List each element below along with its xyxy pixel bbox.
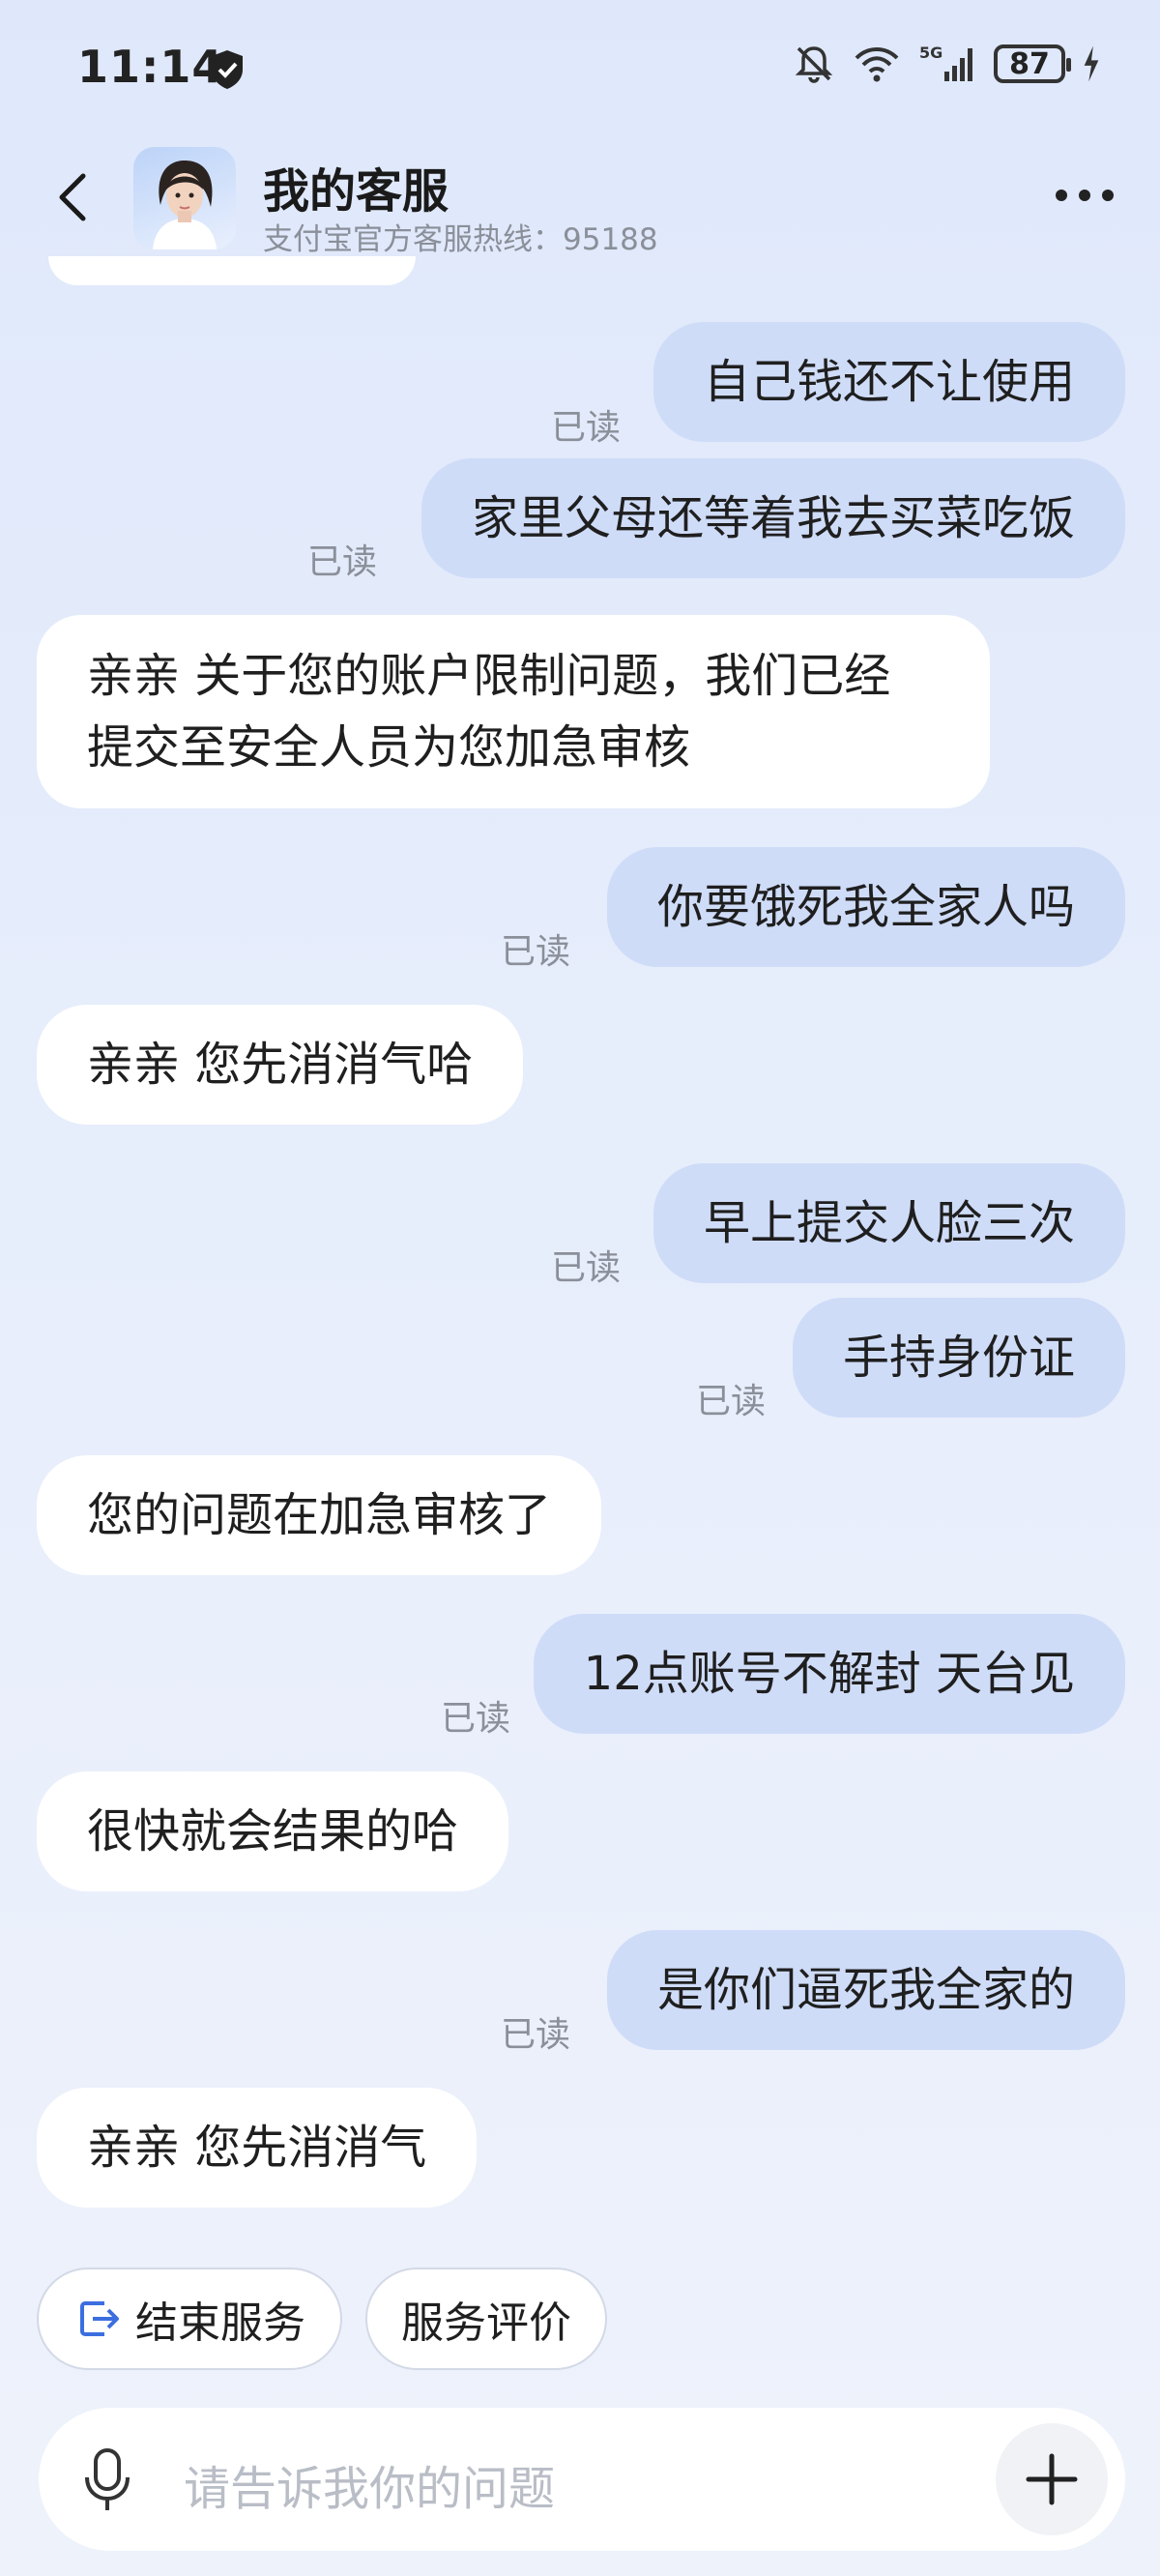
read-receipt: 已读 [551, 408, 622, 448]
end-service-label: 结束服务 [135, 2298, 305, 2348]
exit-icon [80, 2301, 119, 2336]
more-dots-icon[interactable] [1056, 186, 1114, 205]
chat-header: 我的客服 支付宝官方客服热线：95188 [0, 135, 1160, 261]
incoming-message[interactable]: 很快就会结果的哈 [37, 1771, 509, 1891]
message-input-bar: 请告诉我你的问题 [39, 2408, 1125, 2551]
previous-message-stub [48, 256, 416, 285]
shield-icon [212, 50, 243, 89]
incoming-message[interactable]: 亲亲 关于您的账户限制问题，我们已经 提交至安全人员为您加急审核 [37, 615, 990, 808]
read-receipt: 已读 [307, 542, 378, 582]
status-bar: 11:14 5G 87 [0, 0, 1160, 135]
battery-icon: 87 [994, 44, 1071, 83]
status-time: 11:14 [77, 41, 224, 93]
read-receipt: 已读 [441, 1699, 511, 1739]
hotline-subtitle: 支付宝官方客服热线：95188 [263, 222, 658, 257]
chevron-left-icon[interactable] [48, 168, 97, 226]
outgoing-message[interactable]: 家里父母还等着我去买菜吃饭 [420, 458, 1125, 578]
chat-title: 我的客服 [263, 164, 450, 219]
outgoing-message[interactable]: 手持身份证 [792, 1298, 1125, 1418]
outgoing-message[interactable]: 12点账号不解封 天台见 [533, 1614, 1125, 1734]
read-receipt: 已读 [551, 1248, 622, 1288]
message-line: 提交至安全人员为您加急审核 [87, 720, 691, 775]
svg-text:5G: 5G [919, 44, 942, 62]
message-line: 亲亲 关于您的账户限制问题，我们已经 [87, 649, 891, 703]
incoming-message[interactable]: 亲亲 您先消消气 [37, 2088, 478, 2208]
message-input[interactable]: 请告诉我你的问题 [184, 2450, 555, 2518]
battery-level: 87 [1009, 46, 1050, 81]
mute-bell-icon [795, 46, 833, 83]
avatar[interactable] [133, 147, 236, 249]
rate-service-button[interactable]: 服务评价 [365, 2268, 607, 2370]
outgoing-message[interactable]: 是你们逼死我全家的 [606, 1930, 1125, 2050]
plus-button[interactable] [996, 2423, 1108, 2535]
incoming-message[interactable]: 您的问题在加急审核了 [37, 1455, 602, 1575]
outgoing-message[interactable]: 自己钱还不让使用 [652, 322, 1125, 442]
microphone-icon[interactable] [81, 2446, 133, 2514]
end-service-button[interactable]: 结束服务 [37, 2268, 342, 2370]
signal-5g-icon: 5G [919, 44, 972, 81]
rate-service-label: 服务评价 [401, 2298, 571, 2348]
read-receipt: 已读 [501, 932, 571, 972]
outgoing-message[interactable]: 你要饿死我全家人吗 [606, 847, 1125, 967]
charging-icon [1084, 45, 1099, 82]
agent-portrait-icon [153, 161, 217, 249]
read-receipt: 已读 [696, 1382, 767, 1421]
incoming-message[interactable]: 亲亲 您先消消气哈 [37, 1005, 524, 1125]
plus-icon [1026, 2453, 1078, 2505]
wifi-icon [855, 47, 899, 82]
read-receipt: 已读 [501, 2015, 571, 2055]
outgoing-message[interactable]: 早上提交人脸三次 [652, 1163, 1125, 1283]
